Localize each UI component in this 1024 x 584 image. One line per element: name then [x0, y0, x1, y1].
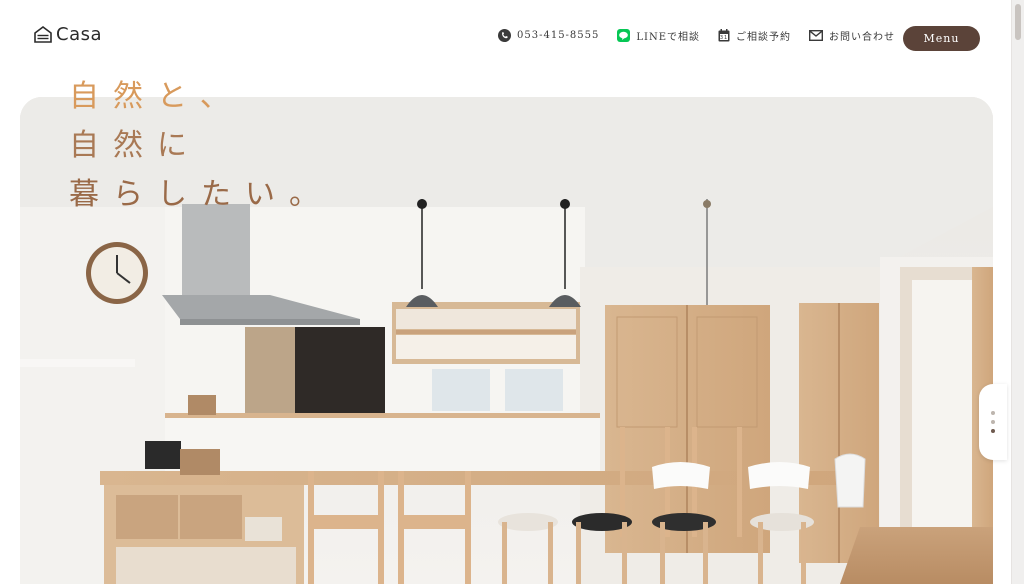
- reserve-label: ご相談予約: [736, 32, 792, 43]
- scrollbar-thumb[interactable]: [1015, 4, 1021, 40]
- header-nav: 053-415-8555 LINEで相談 31 ご相談予約 お問い合わせ: [498, 28, 895, 43]
- line-label: LINEで相談: [636, 32, 701, 43]
- calendar-icon: 31: [718, 29, 730, 42]
- svg-text:31: 31: [720, 35, 728, 41]
- contact-link[interactable]: お問い合わせ: [809, 28, 895, 43]
- reserve-link[interactable]: 31 ご相談予約: [718, 28, 791, 43]
- slide-dot[interactable]: [991, 411, 995, 415]
- catch-line-3: 暮らしたい。: [69, 177, 333, 212]
- phone-number: 053-415-8555: [517, 30, 600, 41]
- catch-line-2: 自然に: [69, 128, 201, 163]
- line-icon: [617, 29, 631, 42]
- site-logo[interactable]: Casa: [34, 24, 102, 45]
- catch-line-1: 自然と、: [69, 79, 244, 114]
- mail-icon: [809, 30, 824, 41]
- scrollbar-track[interactable]: [1011, 0, 1024, 584]
- slide-dot[interactable]: [991, 420, 995, 424]
- slide-indicator: [979, 384, 1007, 460]
- line-link[interactable]: LINEで相談: [617, 28, 700, 43]
- house-logo-icon: [34, 26, 52, 43]
- contact-label: お問い合わせ: [829, 32, 896, 43]
- logo-text: Casa: [56, 24, 103, 45]
- hero-catch-copy: 自然と、 自然に 暮らしたい。: [69, 72, 333, 219]
- slide-dot-active[interactable]: [991, 429, 995, 433]
- phone-link[interactable]: 053-415-8555: [498, 29, 599, 42]
- menu-button[interactable]: Menu: [903, 26, 980, 51]
- phone-icon: [498, 29, 511, 42]
